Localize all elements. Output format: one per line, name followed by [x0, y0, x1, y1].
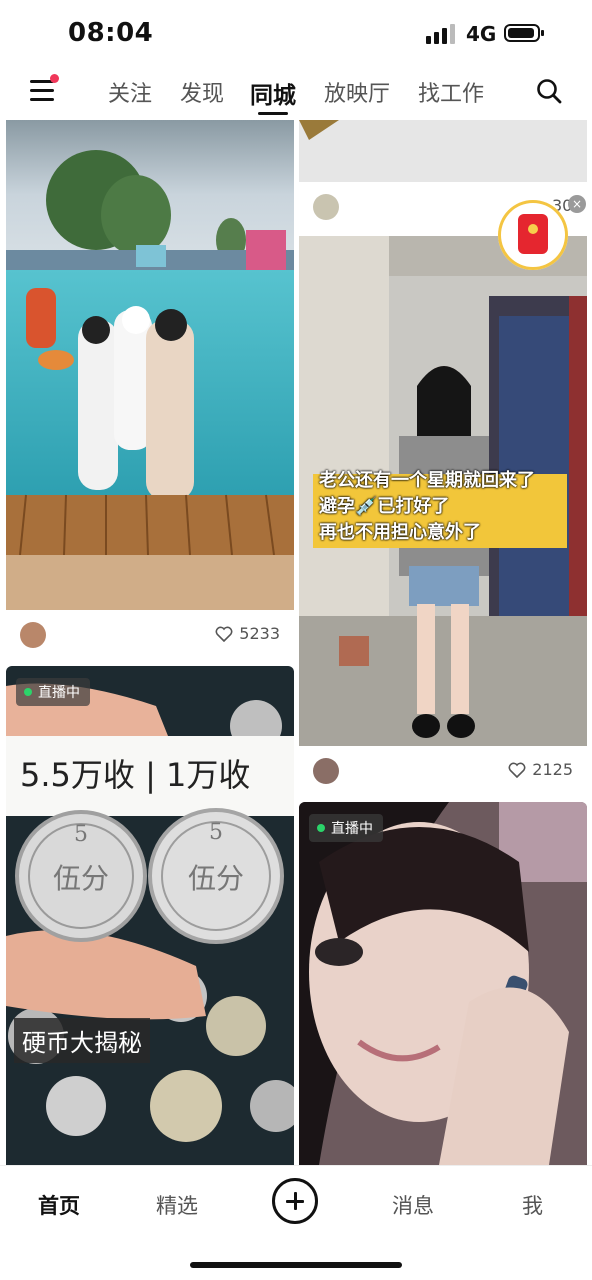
overlay-line-3: 再也不用担心意外了: [319, 522, 481, 543]
create-plus-icon[interactable]: [272, 1178, 318, 1224]
search-icon[interactable]: [536, 78, 562, 104]
status-time: 08:04: [68, 18, 154, 48]
red-packet-widget[interactable]: [498, 200, 568, 270]
tab-jobs[interactable]: 找工作: [418, 76, 484, 108]
avatar[interactable]: [313, 194, 339, 220]
notification-dot: [50, 74, 59, 83]
home-indicator: [190, 1262, 402, 1268]
handwritten-text: 5.5万收 | 1万收: [20, 756, 250, 794]
tab-local[interactable]: 同城: [250, 76, 296, 110]
overlay-line-1: 老公还有一个星期就回来了: [319, 470, 535, 491]
cover-image: [299, 802, 587, 1165]
feed-card-coins[interactable]: 5.5万收 | 1万收 5 伍分 5 伍分 直播中 硬币大揭秘: [6, 666, 294, 1165]
live-dot-icon: [24, 688, 32, 696]
card-meta: 2125: [299, 754, 587, 790]
top-nav: 关注 发现 同城 放映厅 找工作: [0, 68, 592, 120]
feed-grid: 5233 5.5万收 | 1万收 5 伍分 5 伍分 直播中 硬币大揭秘 30 …: [0, 120, 592, 1165]
feed-card-waterpark[interactable]: 5233: [6, 120, 294, 660]
live-badge-label: 直播中: [331, 821, 373, 837]
like-count[interactable]: 2125: [508, 760, 573, 779]
tab-follow[interactable]: 关注: [108, 76, 152, 108]
svg-text:5: 5: [74, 822, 88, 847]
tab-messages[interactable]: 消息: [392, 1190, 434, 1220]
avatar[interactable]: [313, 758, 339, 784]
bottom-tabbar: 首页 精选 消息 我: [0, 1165, 592, 1280]
tab-cinema[interactable]: 放映厅: [324, 76, 390, 108]
active-tab-underline: [258, 112, 288, 115]
cover-image: [6, 120, 294, 610]
tab-featured[interactable]: 精选: [156, 1190, 198, 1220]
heart-icon: [215, 626, 233, 642]
app-screen: 08:04 4G 关注 发现 同城 放映厅 找工作 5233 5.5万收 | 1…: [0, 0, 592, 1280]
tab-me[interactable]: 我: [522, 1190, 543, 1220]
overlay-line-2: 避孕💉已打好了: [319, 496, 450, 517]
network-type: 4G: [466, 22, 497, 46]
live-badge: 直播中: [309, 814, 383, 842]
cover-image: [299, 120, 587, 182]
like-number: 5233: [239, 624, 280, 643]
status-bar: 08:04 4G: [0, 0, 592, 68]
video-caption: 硬币大揭秘: [14, 1018, 150, 1063]
red-packet-icon: [518, 214, 548, 254]
live-badge-label: 直播中: [38, 685, 80, 701]
svg-text:伍分: 伍分: [188, 862, 244, 895]
feed-card-corridor[interactable]: 老公还有一个星期就回来了 避孕💉已打好了 再也不用担心意外了 2125: [299, 236, 587, 796]
like-count[interactable]: 5233: [215, 624, 280, 643]
close-icon[interactable]: ×: [568, 195, 586, 213]
signal-icon: [426, 22, 456, 44]
card-meta: 5233: [6, 618, 294, 654]
svg-text:伍分: 伍分: [53, 862, 109, 895]
menu-icon[interactable]: [30, 74, 59, 104]
svg-text:5: 5: [209, 820, 223, 845]
battery-icon: [504, 24, 544, 42]
feed-card-phone-live[interactable]: 直播中: [299, 802, 587, 1165]
tab-discover[interactable]: 发现: [180, 76, 224, 108]
like-number: 2125: [532, 760, 573, 779]
avatar[interactable]: [20, 622, 46, 648]
cover-image: 5.5万收 | 1万收 5 伍分 5 伍分: [6, 666, 294, 1165]
heart-icon: [508, 762, 526, 778]
tab-home[interactable]: 首页: [38, 1190, 80, 1220]
live-badge: 直播中: [16, 678, 90, 706]
live-dot-icon: [317, 824, 325, 832]
